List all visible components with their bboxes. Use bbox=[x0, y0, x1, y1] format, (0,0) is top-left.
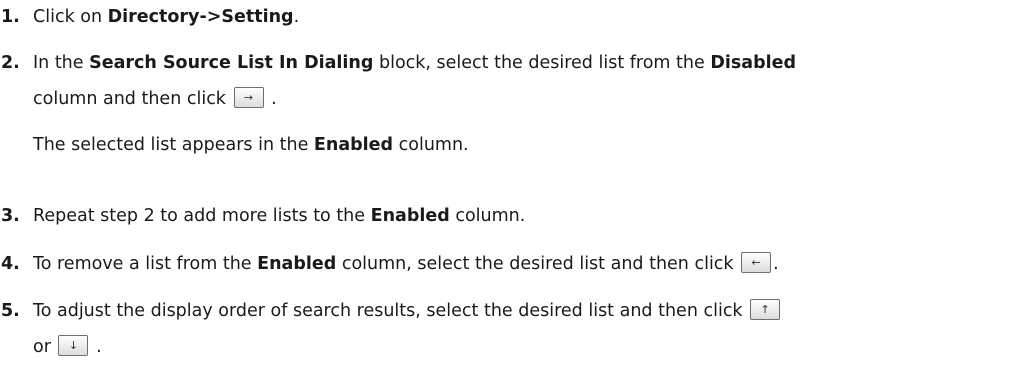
disabled-label: Disabled bbox=[710, 53, 796, 73]
step-text: or bbox=[33, 337, 51, 357]
step-text: To remove a list from the bbox=[33, 254, 258, 274]
left-arrow-icon: ← bbox=[751, 255, 761, 269]
period: . bbox=[293, 7, 300, 27]
step-number: 3. bbox=[1, 206, 20, 226]
enabled-label: Enabled bbox=[313, 135, 394, 155]
block-name: Search Source List In Dialing bbox=[89, 53, 374, 73]
up-arrow-icon: ↑ bbox=[760, 302, 770, 316]
step-text: column. bbox=[449, 206, 526, 226]
step-number: 5. bbox=[1, 301, 20, 321]
move-up-button: ↑ bbox=[750, 298, 781, 320]
move-right-button: → bbox=[233, 86, 264, 108]
enabled-label: Enabled bbox=[257, 254, 337, 274]
step-text: Repeat step 2 to add more lists to the bbox=[33, 206, 371, 226]
step-text: Click on bbox=[33, 7, 108, 27]
step-text: block, select the desired list from the bbox=[373, 53, 711, 73]
move-left-button: ← bbox=[741, 251, 772, 273]
right-arrow-icon: → bbox=[243, 90, 254, 104]
step-number: 4. bbox=[1, 254, 20, 274]
period: . bbox=[96, 337, 102, 357]
step-number: 1. bbox=[1, 7, 20, 27]
step-text: To adjust the display order of search re… bbox=[33, 301, 743, 321]
instruction-page: 1. Click on Directory->Setting. 2. In th… bbox=[0, 0, 1032, 367]
step-text: column, select the desired list and then… bbox=[336, 254, 734, 274]
step-number: 2. bbox=[1, 53, 20, 73]
move-down-button: ↓ bbox=[58, 334, 89, 356]
step-text: In the bbox=[33, 53, 90, 73]
step-text: The selected list appears in the bbox=[33, 135, 314, 155]
period: . bbox=[271, 89, 277, 109]
down-arrow-icon: ↓ bbox=[68, 338, 79, 352]
step-text: column and then click bbox=[33, 89, 226, 109]
period: . bbox=[773, 254, 779, 274]
menu-path: Directory->Setting bbox=[107, 7, 294, 27]
enabled-label: Enabled bbox=[370, 206, 450, 226]
step-text: column. bbox=[393, 135, 469, 155]
